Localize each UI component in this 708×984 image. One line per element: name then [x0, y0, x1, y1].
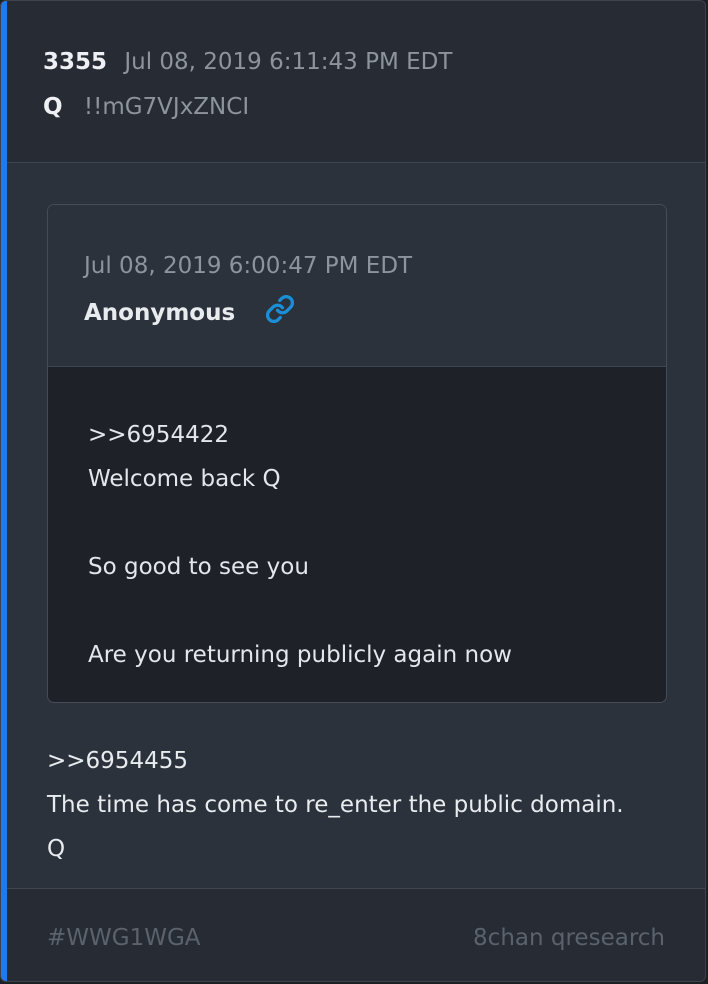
post-tripcode: !!mG7VJxZNCI: [83, 94, 250, 120]
quoted-post-body: >>6954422 Welcome back Q So good to see …: [88, 422, 512, 668]
post-card: 3355 Jul 08, 2019 6:11:43 PM EDT Q !!mG7…: [0, 0, 706, 982]
post-date: Jul 08, 2019 6:11:43 PM EDT: [124, 49, 453, 75]
source-label: 8chan qresearch: [473, 925, 665, 951]
quoted-post-author: Anonymous: [84, 300, 236, 326]
post-author: Q: [43, 94, 63, 120]
post-body: >>6954455 The time has come to re_enter …: [47, 748, 624, 862]
post-header: 3355 Jul 08, 2019 6:11:43 PM EDT Q !!mG7…: [7, 1, 705, 163]
hashtag: #WWG1WGA: [47, 925, 201, 951]
quoted-post-header: Jul 08, 2019 6:00:47 PM EDT Anonymous: [48, 205, 666, 367]
link-icon[interactable]: [265, 294, 295, 334]
post-meta-line: 3355 Jul 08, 2019 6:11:43 PM EDT: [43, 47, 452, 77]
post-number: 3355: [43, 49, 108, 75]
post-footer: #WWG1WGA 8chan qresearch: [7, 888, 705, 981]
post-author-line: Q !!mG7VJxZNCI: [43, 92, 249, 122]
quoted-post-date: Jul 08, 2019 6:00:47 PM EDT: [84, 253, 413, 279]
quoted-author-row: Anonymous: [84, 294, 295, 334]
quoted-post: Jul 08, 2019 6:00:47 PM EDT Anonymous >>…: [47, 204, 667, 703]
